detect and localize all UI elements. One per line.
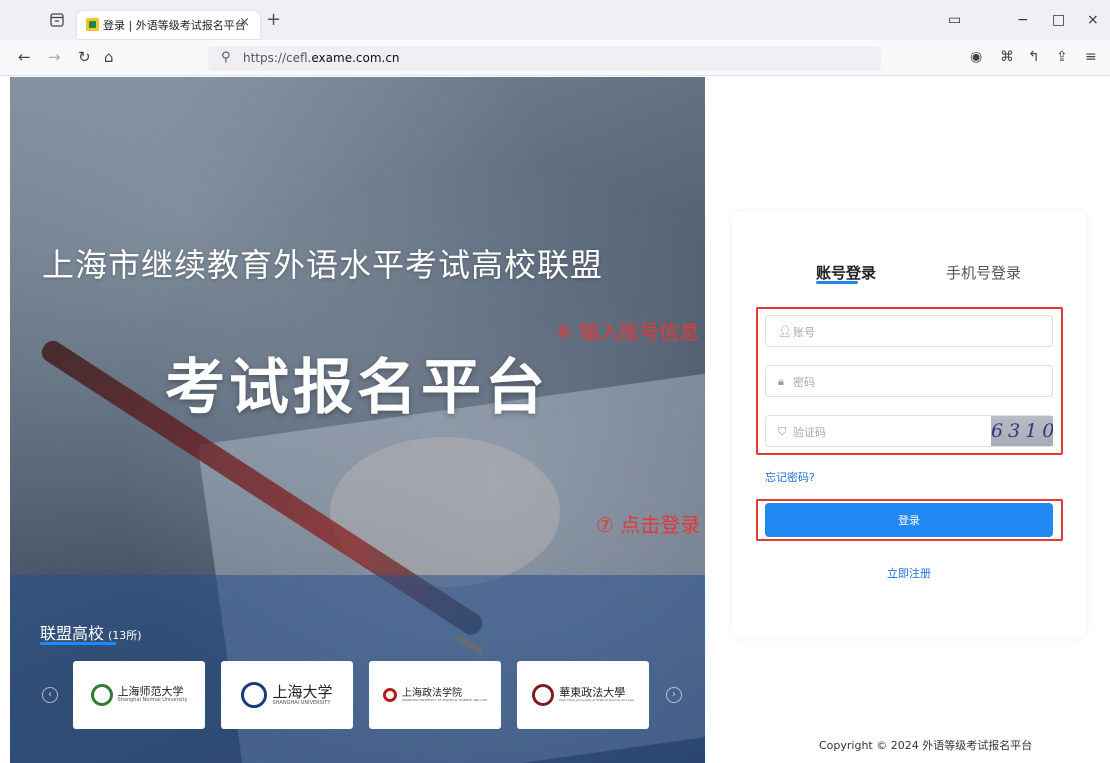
hero-banner: 上海市继续教育外语水平考试高校联盟 考试报名平台 联盟高校 (13所) ‹ 上海师… bbox=[10, 77, 705, 763]
alliance-heading: 联盟高校 (13所) bbox=[40, 620, 142, 644]
extensions-icon[interactable]: ⌘ bbox=[1000, 49, 1014, 65]
site-favicon-icon bbox=[86, 18, 99, 31]
close-window-button[interactable]: × bbox=[1087, 12, 1099, 28]
hero-subtitle: 上海市继续教育外语水平考试高校联盟 bbox=[42, 246, 604, 284]
new-tab-button[interactable]: + bbox=[266, 11, 281, 29]
browser-toolbar: ← → ↻ ⌂ ⚲ https://cefl.exame.com.cn ◉ ⌘ … bbox=[0, 40, 1110, 76]
university-logo-icon bbox=[90, 684, 113, 706]
tab-list-icon[interactable] bbox=[49, 12, 65, 28]
university-name: 上海师范大学 bbox=[117, 685, 184, 699]
university-card[interactable]: 上海政法学院 SHANGHAI UNIVERSITY OF POLITICAL S… bbox=[369, 661, 501, 729]
reload-icon[interactable]: ↻ bbox=[78, 49, 91, 65]
university-card[interactable]: 上海师范大学 Shanghai Normal University bbox=[73, 661, 205, 729]
tab-title: 登录 | 外语等级考试报名平台 bbox=[103, 19, 246, 32]
address-bar[interactable]: ⚲ https://cefl.exame.com.cn bbox=[208, 46, 881, 71]
carousel-prev-icon[interactable]: ‹ bbox=[42, 687, 58, 703]
annotation-box-login bbox=[756, 499, 1063, 541]
active-tab-indicator bbox=[816, 281, 858, 284]
close-tab-icon[interactable]: × bbox=[239, 15, 250, 30]
university-card[interactable]: 上海大学 SHANGHAI UNIVERSITY bbox=[221, 661, 353, 729]
annotation-box-credentials bbox=[756, 307, 1063, 455]
university-logo-icon bbox=[382, 688, 397, 702]
university-subname: SHANGHAI UNIVERSITY bbox=[272, 699, 331, 706]
home-icon[interactable]: ⌂ bbox=[104, 49, 114, 65]
menu-icon[interactable]: ≡ bbox=[1085, 49, 1097, 65]
forward-arrow-icon[interactable]: → bbox=[48, 49, 61, 65]
sidebar-toggle-icon[interactable]: ▭ bbox=[948, 12, 961, 28]
back-arrow-icon[interactable]: ← bbox=[18, 49, 31, 65]
university-logo-icon bbox=[532, 684, 555, 706]
share-icon[interactable]: ⇪ bbox=[1056, 49, 1068, 65]
alliance-count: (13所) bbox=[108, 629, 142, 642]
maximize-button[interactable]: □ bbox=[1052, 12, 1065, 28]
annotation-step6: ⑥ 输入账号信息 bbox=[555, 320, 700, 344]
account-icon[interactable]: ◉ bbox=[970, 49, 982, 65]
university-subname: SHANGHAI UNIVERSITY OF POLITICAL SCIENCE… bbox=[401, 697, 488, 702]
university-subname: East China University of Political Scien… bbox=[559, 698, 634, 703]
search-icon: ⚲ bbox=[221, 50, 231, 65]
carousel-next-icon[interactable]: › bbox=[666, 687, 682, 703]
register-link[interactable]: 立即注册 bbox=[732, 565, 1086, 581]
url-text: https://cefl.exame.com.cn bbox=[243, 51, 400, 65]
tab-phone-login[interactable]: 手机号登录 bbox=[946, 262, 1021, 283]
footer-copyright: Copyright © 2024 外语等级考试报名平台 bbox=[819, 739, 1033, 752]
tab-account-login[interactable]: 账号登录 bbox=[816, 262, 876, 283]
university-card[interactable]: 華東政法大學 East China University of Political… bbox=[517, 661, 649, 729]
hero-title: 考试报名平台 bbox=[165, 353, 549, 423]
university-name: 上海大学 bbox=[272, 683, 333, 701]
reply-icon[interactable]: ↰ bbox=[1028, 49, 1040, 65]
browser-tab-login[interactable]: 登录 | 外语等级考试报名平台 × bbox=[77, 11, 260, 39]
browser-tab-bar: 登录 | 外语等级考试报名平台 × + ▭ − □ × bbox=[0, 0, 1110, 40]
university-logo-icon bbox=[241, 682, 268, 708]
university-subname: Shanghai Normal University bbox=[117, 697, 188, 704]
alliance-underline bbox=[40, 642, 116, 645]
annotation-step7: ⑦ 点击登录 bbox=[596, 513, 701, 537]
minimize-button[interactable]: − bbox=[1017, 12, 1029, 28]
university-name: 華東政法大學 bbox=[559, 686, 626, 700]
forgot-password-link[interactable]: 忘记密码? bbox=[765, 469, 815, 485]
alliance-title: 联盟高校 bbox=[40, 624, 105, 643]
